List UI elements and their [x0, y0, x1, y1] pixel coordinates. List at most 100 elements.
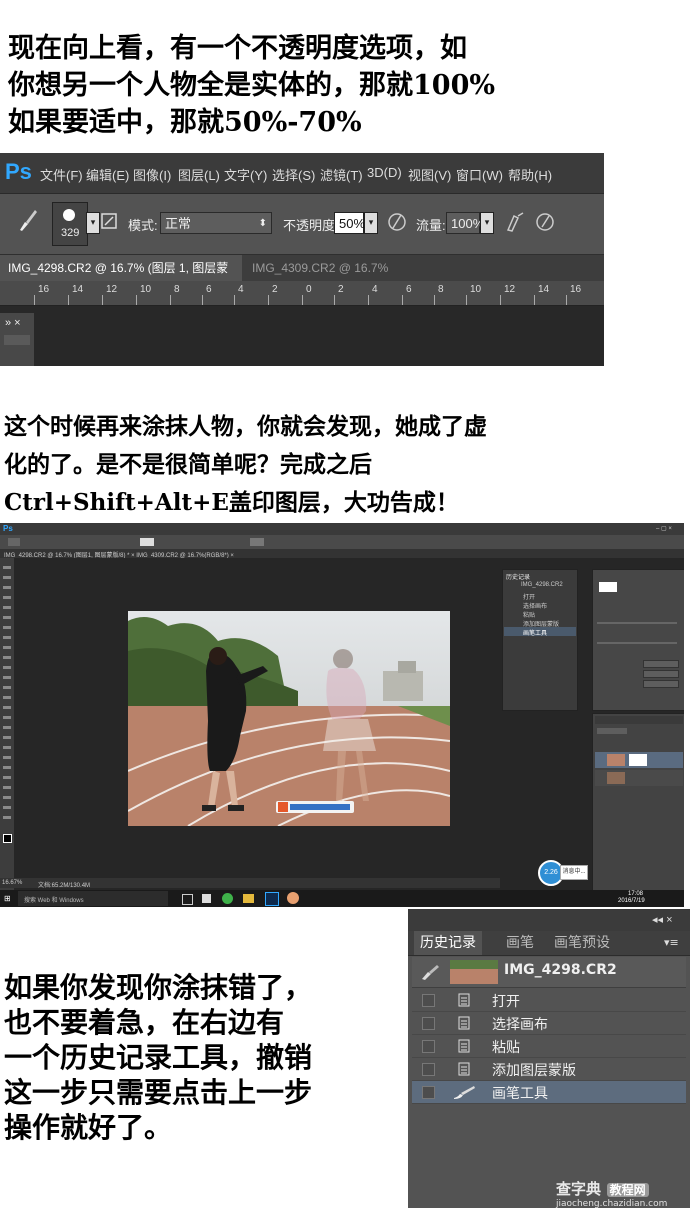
opacity-input[interactable]: 50%: [334, 212, 365, 234]
layer-row-selected[interactable]: [595, 752, 683, 768]
opacity-label: 不透明度:: [283, 218, 339, 233]
panel-collapse-icon[interactable]: » ×: [5, 317, 21, 329]
flow-input[interactable]: [250, 538, 264, 546]
browser-icon[interactable]: [222, 893, 233, 904]
menu-file[interactable]: 文件(F): [40, 165, 83, 184]
opacity-input[interactable]: [140, 538, 154, 546]
history-item[interactable]: 打开: [523, 592, 535, 601]
tab-brush-presets[interactable]: 画笔预设: [548, 931, 616, 955]
store-icon[interactable]: [202, 894, 211, 903]
history-item[interactable]: 选择画布: [412, 1012, 686, 1035]
collapsed-panel[interactable]: » ×: [0, 313, 34, 366]
window-controls[interactable]: – ▢ ×: [656, 525, 672, 532]
ruler-tick-label: 8: [174, 284, 180, 295]
photoshop-taskbar-icon[interactable]: [265, 892, 279, 906]
ruler-tick: [136, 295, 137, 305]
task-view-icon[interactable]: [182, 894, 193, 905]
history-checkbox[interactable]: [422, 994, 435, 1007]
ruler-tick-label: 6: [406, 284, 412, 295]
history-snapshot[interactable]: IMG_4298.CR2: [521, 582, 563, 588]
menu-3d[interactable]: 3D(D): [367, 165, 402, 180]
layer-thumb: [607, 754, 625, 766]
menu-image[interactable]: 图像(I): [133, 165, 171, 184]
properties-panel: [592, 569, 684, 711]
blend-mode-select[interactable]: [597, 728, 627, 734]
history-checkbox[interactable]: [422, 1063, 435, 1076]
menu-bar: Ps 文件(F) 编辑(E) 图像(I) 图层(L) 文字(Y) 选择(S) 滤…: [0, 153, 604, 194]
history-snapshot[interactable]: IMG_4298.CR2: [412, 957, 686, 988]
tool-icons[interactable]: [3, 566, 11, 826]
ruler-tick: [402, 295, 403, 305]
ruler-tick: [202, 295, 203, 305]
ruler-tick: [268, 295, 269, 305]
app-taskbar-icon[interactable]: [287, 892, 299, 904]
notification-message[interactable]: 消息中...: [560, 865, 588, 880]
pressure-size-icon[interactable]: [534, 210, 556, 234]
invert-button[interactable]: [643, 680, 679, 688]
mode-select[interactable]: 正常 ⬍: [160, 212, 272, 234]
tab-brush[interactable]: 画笔: [500, 931, 540, 955]
history-item[interactable]: 粘贴: [412, 1035, 686, 1058]
menu-help[interactable]: 帮助(H): [508, 165, 552, 184]
menu-edit[interactable]: 编辑(E): [86, 165, 129, 184]
history-item[interactable]: 选择画布: [523, 601, 547, 610]
brush-tool-icon[interactable]: [16, 208, 38, 232]
ruler-tick-label: 2: [338, 284, 344, 295]
ruler-tick-label: 4: [372, 284, 378, 295]
history-checkbox[interactable]: [422, 1086, 435, 1099]
history-checkbox[interactable]: [422, 1017, 435, 1030]
flow-input[interactable]: 100%: [446, 212, 484, 234]
snapshot-brush-icon[interactable]: [420, 963, 440, 981]
brush-tool-icon[interactable]: [8, 538, 20, 546]
pressure-opacity-icon[interactable]: [386, 210, 408, 234]
layer-row[interactable]: [595, 770, 683, 786]
history-item[interactable]: 粘贴: [523, 610, 535, 619]
tab-img-4298[interactable]: IMG_4298.CR2 @ 16.7% (图层 1, 图层蒙版/8) * ×: [0, 255, 242, 301]
foreground-color-swatch[interactable]: [3, 834, 12, 843]
color-range-button[interactable]: [643, 670, 679, 678]
mode-label: 模式:: [128, 218, 158, 233]
windows-start-icon[interactable]: ⊞: [4, 894, 11, 903]
history-tab[interactable]: 历史记录: [506, 572, 530, 581]
ruler-tick: [102, 295, 103, 305]
tab-img-4309[interactable]: IMG_4309.CR2 @ 16.7%(RGB/8*) * ×: [244, 255, 426, 301]
density-slider[interactable]: [597, 622, 677, 624]
brush-panel-icon[interactable]: [100, 212, 118, 230]
history-item[interactable]: 画笔工具: [523, 628, 547, 637]
photo-canvas[interactable]: [128, 611, 450, 826]
menu-layer[interactable]: 图层(L): [178, 165, 220, 184]
brush-preset-dropdown[interactable]: ▾: [86, 212, 100, 234]
ruler-tick: [234, 295, 235, 305]
watermark-brand: 查字典: [556, 1180, 602, 1198]
ruler-tick: [368, 295, 369, 305]
brush-size-value: 329: [61, 227, 80, 239]
brush-preset-picker[interactable]: 329: [52, 202, 88, 246]
tab-history[interactable]: 历史记录: [414, 931, 482, 955]
mask-edge-button[interactable]: [643, 660, 679, 668]
menu-window[interactable]: 窗口(W): [456, 165, 503, 184]
panel-menu-icon[interactable]: ▾≡: [658, 931, 685, 955]
feather-slider[interactable]: [597, 642, 677, 644]
panel-collapse-icon[interactable]: ◂◂ ×: [652, 913, 673, 926]
menu-select[interactable]: 选择(S): [272, 165, 315, 184]
layers-tab-bar[interactable]: [595, 716, 683, 724]
taskbar-search-placeholder: 搜索 Web 和 Windows: [24, 898, 84, 904]
ruler-tick-label: 8: [438, 284, 444, 295]
history-item[interactable]: 打开: [412, 989, 686, 1012]
history-item-selected[interactable]: 画笔工具: [412, 1081, 686, 1104]
menu-view[interactable]: 视图(V): [408, 165, 451, 184]
history-item[interactable]: 添加图层蒙版: [412, 1058, 686, 1081]
history-item-label: 选择画布: [492, 1017, 548, 1033]
menu-type[interactable]: 文字(Y): [224, 165, 267, 184]
flow-dropdown[interactable]: ▾: [480, 212, 494, 234]
airbrush-icon[interactable]: [504, 210, 526, 234]
ruler-tick-label: 16: [38, 284, 50, 295]
opacity-dropdown[interactable]: ▾: [364, 212, 378, 234]
menu-filter[interactable]: 滤镜(T): [320, 165, 363, 184]
history-checkbox[interactable]: [422, 1040, 435, 1053]
chevron-updown-icon: ⬍: [258, 218, 267, 229]
toolbox: [0, 558, 14, 898]
taskbar-search-box[interactable]: 搜索 Web 和 Windows: [18, 891, 168, 906]
ruler-tick-label: 16: [570, 284, 582, 295]
file-explorer-icon[interactable]: [243, 894, 254, 903]
